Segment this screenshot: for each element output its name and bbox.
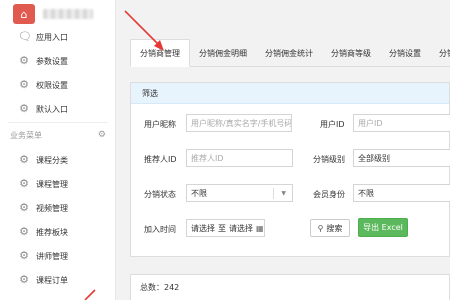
- user-id-input[interactable]: 用户ID: [353, 114, 450, 132]
- sidebar-item-label: 参数设置: [36, 56, 68, 66]
- join-time-start: 请选择: [191, 223, 215, 233]
- tab-commission-detail[interactable]: 分销佣金明细: [190, 39, 256, 67]
- level-select-value: 全部级别: [358, 153, 390, 163]
- sidebar-item-default-entry[interactable]: ⚙ 默认入口: [0, 97, 116, 121]
- search-button-label: 搜索: [326, 223, 343, 233]
- sidebar-divider: [8, 122, 108, 123]
- referrer-id-input[interactable]: 推荐人ID: [186, 149, 293, 167]
- member-select-value: 不限: [358, 188, 374, 198]
- total-label: 总数：: [140, 283, 164, 292]
- user-nickname-label: 用户昵称: [144, 120, 176, 129]
- annotation-arrow-tab: [124, 10, 164, 51]
- total-bar: 总数： 242: [130, 274, 450, 300]
- app-logo[interactable]: ⌂: [13, 4, 35, 24]
- tab-bar: 分销商管理 分销佣金明细 分销佣金统计 分销商等级 分销设置 分销文: [130, 39, 450, 67]
- sidebar-item-label: 推荐板块: [36, 227, 68, 237]
- gear-icon: ⚙: [19, 249, 29, 262]
- sidebar-section-business: 业务菜单 ⚙: [0, 128, 116, 142]
- filter-header: 筛选: [131, 83, 449, 104]
- sidebar-header: ⌂: [0, 0, 115, 28]
- sidebar-item-label: 应用入口: [36, 32, 68, 42]
- gear-icon: ⚙: [19, 78, 29, 91]
- status-label: 分销状态: [144, 190, 176, 199]
- gear-icon: ⚙: [19, 201, 29, 214]
- tab-commission-stats[interactable]: 分销佣金统计: [256, 39, 322, 67]
- user-nickname-input[interactable]: 用户昵称/真实名字/手机号码: [186, 114, 292, 132]
- sidebar-item-course-category[interactable]: ⚙ 课程分类: [0, 148, 116, 172]
- sidebar-item-params[interactable]: ⚙ 参数设置: [0, 49, 116, 73]
- gear-icon: ⚙: [19, 273, 29, 286]
- search-button[interactable]: ⚲ 搜索: [310, 219, 350, 237]
- export-excel-button[interactable]: 导出 Excel: [358, 218, 408, 237]
- sidebar-item-label: 默认入口: [36, 104, 68, 114]
- sidebar-item-course-manage[interactable]: ⚙ 课程管理: [0, 172, 116, 196]
- sidebar-item-course-order[interactable]: ⚙ 课程订单: [0, 268, 116, 292]
- join-time-range-input[interactable]: 请选择 至 请选择 ▦: [186, 219, 265, 237]
- gear-icon: ⚙: [19, 102, 29, 115]
- user-id-label: 用户ID: [320, 120, 345, 129]
- gear-icon: ⚙: [19, 54, 29, 67]
- search-icon: ⚲: [317, 223, 324, 233]
- member-select[interactable]: 不限: [353, 184, 450, 202]
- status-select-value: 不限: [191, 188, 207, 198]
- join-time-label: 加入时间: [144, 225, 176, 234]
- join-time-sep: 至: [218, 223, 226, 233]
- filter-panel: 筛选 用户昵称 用户昵称/真实名字/手机号码 用户ID 用户ID 推荐人ID 推…: [130, 82, 450, 257]
- gear-icon: ⚙: [19, 153, 29, 166]
- sidebar-item-app-entry[interactable]: 🗨 应用入口: [0, 25, 116, 49]
- gear-icon: ⚙: [19, 177, 29, 190]
- member-label: 会员身份: [313, 190, 345, 199]
- sidebar-item-lecturer[interactable]: ⚙ 讲师管理: [0, 244, 116, 268]
- sidebar-item-label: 视频管理: [36, 203, 68, 213]
- level-label: 分销级别: [313, 155, 345, 164]
- chat-icon: 🗨: [18, 30, 32, 43]
- calendar-icon: ▦: [256, 223, 264, 233]
- total-count: 242: [164, 283, 180, 292]
- tab-distribution-settings[interactable]: 分销设置: [380, 39, 430, 67]
- sidebar-item-label: 课程订单: [36, 275, 68, 285]
- sidebar: ⌂ 🗨 应用入口 ⚙ 参数设置 ⚙ 权限设置 ⚙ 默认入口 业务菜单 ⚙ ⚙ 课…: [0, 0, 116, 300]
- tab-distributor-level[interactable]: 分销商等级: [322, 39, 380, 67]
- sidebar-item-label: 权限设置: [36, 80, 68, 90]
- sidebar-item-recommend[interactable]: ⚙ 推荐板块: [0, 220, 116, 244]
- sidebar-item-label: 讲师管理: [36, 251, 68, 261]
- annotation-arrow-sidebar: [84, 289, 96, 300]
- sidebar-item-label: 课程分类: [36, 155, 68, 165]
- tab-distribution-text[interactable]: 分销文: [430, 39, 450, 67]
- join-time-end: 请选择: [229, 223, 253, 233]
- section-gear-icon[interactable]: ⚙: [98, 130, 106, 140]
- status-select[interactable]: 不限 ▼: [186, 184, 293, 202]
- level-select[interactable]: 全部级别: [353, 149, 450, 167]
- referrer-id-label: 推荐人ID: [144, 155, 177, 164]
- sidebar-item-label: 课程管理: [36, 179, 68, 189]
- select-separator: [273, 188, 274, 199]
- chevron-down-icon: ▼: [281, 190, 286, 197]
- blurred-app-name: [43, 9, 93, 19]
- sidebar-item-permissions[interactable]: ⚙ 权限设置: [0, 73, 116, 97]
- sidebar-item-video-manage[interactable]: ⚙ 视频管理: [0, 196, 116, 220]
- gear-icon: ⚙: [19, 225, 29, 238]
- section-title: 业务菜单: [10, 130, 42, 140]
